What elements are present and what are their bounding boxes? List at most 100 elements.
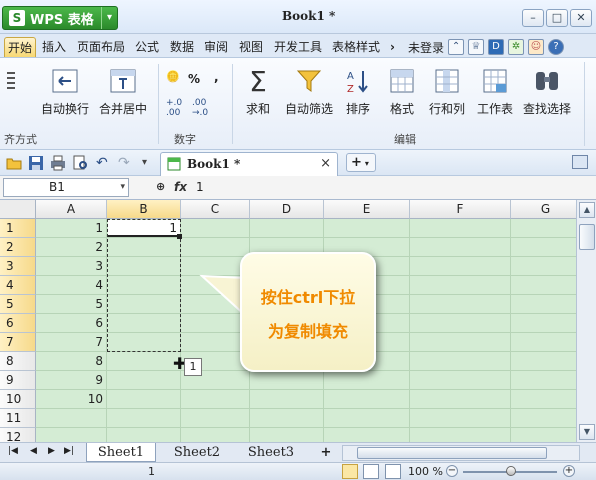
- cell-a8[interactable]: 8: [36, 352, 107, 371]
- vertical-scrollbar[interactable]: ▲ ▼: [576, 200, 596, 442]
- zoom-in-button[interactable]: +: [563, 465, 575, 477]
- page-break-view-icon[interactable]: [385, 464, 401, 479]
- column-header-a[interactable]: A: [36, 200, 107, 219]
- document-tab[interactable]: Book1 * ×: [160, 152, 338, 176]
- close-tab-icon[interactable]: ×: [320, 156, 331, 171]
- increase-decimal-icon[interactable]: +.0.00: [166, 98, 182, 118]
- row-header-11[interactable]: 11: [0, 409, 36, 428]
- cell-a2[interactable]: 2: [36, 238, 107, 257]
- cell-a6[interactable]: 6: [36, 314, 107, 333]
- sum-button[interactable]: Σ 求和: [240, 65, 276, 117]
- row-header-6[interactable]: 6: [0, 314, 36, 333]
- find-select-button[interactable]: 查找选择: [522, 66, 572, 117]
- window-layout-icon[interactable]: [572, 155, 588, 169]
- horizontal-scrollbar[interactable]: [342, 445, 580, 461]
- docer-icon[interactable]: D: [488, 39, 505, 55]
- last-sheet-icon[interactable]: ▶|: [64, 446, 74, 456]
- row-header-9[interactable]: 9: [0, 371, 36, 390]
- next-sheet-icon[interactable]: ▶: [48, 446, 55, 456]
- chevron-down-icon[interactable]: ▾: [120, 179, 125, 196]
- fill-handle[interactable]: [177, 234, 182, 239]
- worksheet-button[interactable]: 工作表: [474, 66, 516, 117]
- sheet-tab-sheet2[interactable]: Sheet2: [162, 443, 232, 462]
- decrease-decimal-icon[interactable]: .00 →.0: [192, 98, 208, 118]
- add-sheet-button[interactable]: +: [316, 443, 336, 462]
- skin-icon[interactable]: ♕: [468, 39, 485, 55]
- auto-filter-button[interactable]: 自动筛选: [284, 66, 334, 117]
- column-header-g[interactable]: G: [511, 200, 576, 219]
- format-button[interactable]: 格式: [384, 66, 420, 117]
- row-header-5[interactable]: 5: [0, 295, 36, 314]
- column-header-d[interactable]: D: [250, 200, 324, 219]
- cell-a7[interactable]: 7: [36, 333, 107, 352]
- zoom-out-button[interactable]: −: [446, 465, 458, 477]
- row-header-2[interactable]: 2: [0, 238, 36, 257]
- cell-a3[interactable]: 3: [36, 257, 107, 276]
- close-button[interactable]: ✕: [570, 9, 592, 27]
- more-tabs-icon[interactable]: ›: [390, 37, 395, 57]
- cell-a1[interactable]: 1: [36, 219, 107, 238]
- login-link[interactable]: 未登录: [408, 39, 444, 56]
- currency-format-icon[interactable]: 🪙: [166, 70, 180, 83]
- row-header-12[interactable]: 12: [0, 428, 36, 442]
- zoom-level[interactable]: 100 %: [408, 465, 443, 478]
- tab-developer[interactable]: 开发工具: [274, 37, 322, 57]
- normal-view-icon[interactable]: [342, 464, 358, 479]
- print-icon[interactable]: [50, 155, 66, 171]
- horizontal-scroll-thumb[interactable]: [357, 447, 547, 459]
- new-tab-button[interactable]: + ▾: [346, 153, 376, 172]
- tab-formulas[interactable]: 公式: [135, 37, 159, 57]
- redo-icon[interactable]: ↷: [118, 155, 134, 171]
- scroll-up-icon[interactable]: ▲: [579, 202, 595, 218]
- save-icon[interactable]: [28, 155, 44, 171]
- cell-a9[interactable]: 9: [36, 371, 107, 390]
- ribbon-scroll-left[interactable]: [2, 66, 20, 96]
- row-header-3[interactable]: 3: [0, 257, 36, 276]
- customize-qat-icon[interactable]: ▾: [142, 155, 158, 171]
- print-preview-icon[interactable]: [72, 155, 88, 171]
- tab-view[interactable]: 视图: [239, 37, 263, 57]
- tab-home[interactable]: 开始: [4, 37, 37, 57]
- prev-sheet-icon[interactable]: ◀: [30, 446, 37, 456]
- tab-review[interactable]: 审阅: [204, 37, 228, 57]
- minimize-button[interactable]: –: [522, 9, 544, 27]
- wrap-text-button[interactable]: 自动换行: [40, 66, 90, 117]
- formula-value[interactable]: 1: [196, 180, 204, 194]
- row-header-4[interactable]: 4: [0, 276, 36, 295]
- chevron-down-icon[interactable]: ▾: [101, 7, 117, 29]
- percent-format-button[interactable]: %: [188, 72, 200, 86]
- undo-icon[interactable]: ↶: [96, 155, 112, 171]
- row-header-7[interactable]: 7: [0, 333, 36, 352]
- sheet-tab-sheet1[interactable]: Sheet1: [86, 443, 156, 462]
- open-folder-icon[interactable]: [6, 155, 22, 171]
- zoom-formula-icon[interactable]: ⊕: [156, 180, 165, 193]
- tab-insert[interactable]: 插入: [42, 37, 66, 57]
- wps-menu-button[interactable]: S WPS 表格 ▾: [2, 6, 118, 30]
- scroll-thumb[interactable]: [579, 224, 595, 250]
- zoom-slider-knob[interactable]: [506, 466, 516, 476]
- column-header-b[interactable]: B: [107, 200, 181, 219]
- select-all-corner[interactable]: [0, 200, 36, 219]
- cell-a4[interactable]: 4: [36, 276, 107, 295]
- help-icon[interactable]: ?: [548, 39, 565, 55]
- row-header-1[interactable]: 1: [0, 219, 36, 238]
- row-header-10[interactable]: 10: [0, 390, 36, 409]
- comma-format-button[interactable]: ,: [214, 70, 219, 84]
- tab-table-style[interactable]: 表格样式: [332, 37, 380, 57]
- column-header-e[interactable]: E: [324, 200, 410, 219]
- insert-function-icon[interactable]: fx: [174, 180, 187, 194]
- page-layout-view-icon[interactable]: [363, 464, 379, 479]
- merge-center-button[interactable]: 合并居中: [98, 66, 148, 117]
- cell-a10[interactable]: 10: [36, 390, 107, 409]
- plugin-icon[interactable]: ✲: [508, 39, 525, 55]
- user-icon[interactable]: ☺: [528, 39, 545, 55]
- column-header-f[interactable]: F: [410, 200, 511, 219]
- tab-page-layout[interactable]: 页面布局: [77, 37, 125, 57]
- row-header-8[interactable]: 8: [0, 352, 36, 371]
- collapse-ribbon-icon[interactable]: ⌃: [448, 39, 465, 55]
- name-box[interactable]: B1 ▾: [3, 178, 129, 197]
- sheet-tab-sheet3[interactable]: Sheet3: [236, 443, 306, 462]
- tab-data[interactable]: 数据: [170, 37, 194, 57]
- restore-button[interactable]: □: [546, 9, 568, 27]
- rows-columns-button[interactable]: 行和列: [426, 66, 468, 117]
